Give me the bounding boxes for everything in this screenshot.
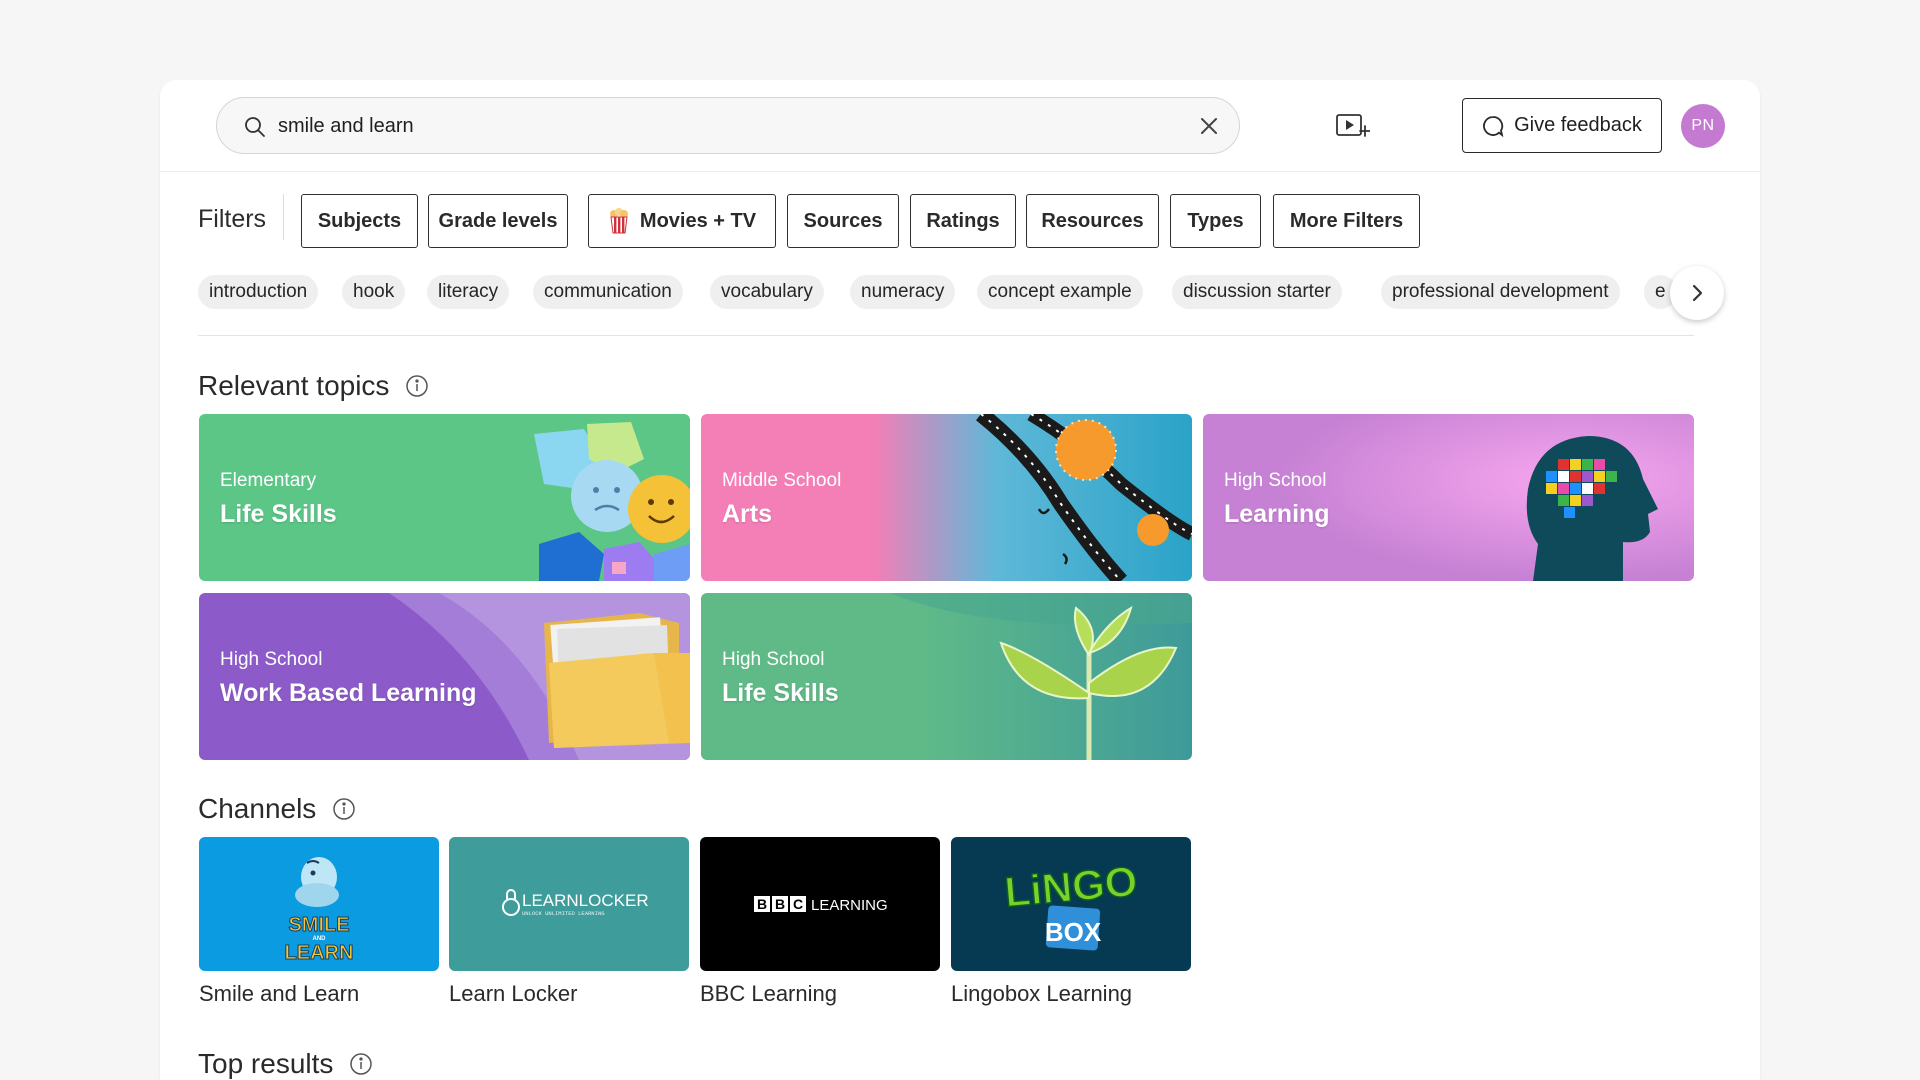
tile-topic-name: Arts (722, 500, 773, 528)
lingobox-logo: LiNGO BOX (951, 837, 1191, 971)
channel-logo: B B C LEARNING (700, 837, 940, 971)
main-panel: Give feedback PN Filters Subjects Grade … (160, 80, 1760, 1080)
chip-introduction[interactable]: introduction (198, 275, 319, 309)
info-icon[interactable] (349, 1052, 373, 1076)
search-icon (245, 117, 265, 137)
channel-bbc-learning[interactable]: B B C LEARNING BBC Learning (700, 837, 940, 1007)
tile-topic-name: Life Skills (722, 679, 839, 707)
chip-discussion-starter[interactable]: discussion starter (1172, 275, 1342, 309)
life-skills-emotions-illustration (199, 414, 690, 581)
svg-text:B: B (757, 896, 767, 912)
arts-dot-painting-illustration (701, 414, 1192, 581)
filter-subjects-button[interactable]: Subjects (301, 194, 418, 248)
chips-scroll-next-button[interactable] (1670, 266, 1724, 320)
channel-logo: LEARNLOCKER UNLOCK UNLIMITED LEARNING (449, 837, 689, 971)
user-avatar[interactable]: PN (1681, 104, 1725, 148)
smile-and-learn-logo: SMILE AND LEARN (199, 837, 439, 971)
sprout-illustration (701, 593, 1192, 760)
channel-logo: LiNGO BOX (951, 837, 1191, 971)
give-feedback-button[interactable]: Give feedback (1462, 98, 1662, 153)
folder-illustration (199, 593, 690, 760)
bbc-learning-logo: B B C LEARNING (700, 837, 940, 971)
chip-literacy[interactable]: literacy (427, 275, 510, 309)
filters-divider (283, 194, 284, 240)
chip-communication[interactable]: communication (533, 275, 683, 309)
filter-grade-levels-button[interactable]: Grade levels (428, 194, 568, 248)
topic-tile-middle-school-arts[interactable]: Middle School Arts (701, 414, 1192, 581)
chevron-right-icon (1692, 284, 1703, 302)
tile-grade-label: High School (220, 649, 323, 670)
filter-resources-button[interactable]: Resources (1026, 194, 1159, 248)
tile-grade-label: High School (722, 649, 825, 670)
svg-text:BOX: BOX (1045, 917, 1102, 947)
tile-grade-label: High School (1224, 470, 1327, 491)
search-bar[interactable] (216, 97, 1240, 154)
topic-tile-high-school-life-skills[interactable]: High School Life Skills (701, 593, 1192, 760)
channel-name: Learn Locker (449, 981, 578, 1006)
filter-sources-button[interactable]: Sources (787, 194, 899, 248)
channel-learn-locker[interactable]: LEARNLOCKER UNLOCK UNLIMITED LEARNING Le… (449, 837, 689, 1007)
svg-text:LEARN: LEARN (285, 942, 354, 964)
clear-search-icon[interactable] (1197, 114, 1221, 138)
filter-types-button[interactable]: Types (1170, 194, 1261, 248)
info-icon[interactable] (332, 797, 356, 821)
give-feedback-label: Give feedback (1514, 114, 1642, 136)
top-header: Give feedback PN (160, 80, 1760, 172)
topic-tile-high-school-learning[interactable]: High School Learning (1203, 414, 1694, 581)
chat-bubble-icon (1483, 115, 1504, 137)
svg-text:B: B (775, 896, 785, 912)
tile-topic-name: Work Based Learning (220, 679, 477, 707)
chip-hook[interactable]: hook (342, 275, 406, 309)
tag-chips-row: introduction hook literacy communication… (198, 275, 1680, 315)
channel-name: BBC Learning (700, 981, 837, 1006)
channels-heading: Channels (198, 793, 356, 825)
learning-head-illustration (1203, 414, 1694, 581)
learn-locker-logo: LEARNLOCKER UNLOCK UNLIMITED LEARNING (449, 837, 689, 971)
channel-lingobox-learning[interactable]: LiNGO BOX Lingobox Learning (951, 837, 1191, 1007)
channel-logo: SMILE AND LEARN (199, 837, 439, 971)
filters-divider-line (198, 335, 1694, 336)
tile-topic-name: Learning (1224, 500, 1330, 528)
filter-movies-tv-button[interactable]: Movies + TV (588, 194, 776, 248)
filters-label: Filters (198, 205, 267, 233)
channel-name: Lingobox Learning (951, 981, 1133, 1006)
chip-vocabulary[interactable]: vocabulary (710, 275, 824, 309)
svg-text:UNLOCK UNLIMITED LEARNING: UNLOCK UNLIMITED LEARNING (522, 910, 605, 917)
tile-topic-name: Life Skills (220, 500, 337, 528)
chip-numeracy[interactable]: numeracy (850, 275, 956, 309)
top-results-heading: Top results (198, 1048, 373, 1080)
svg-text:SMILE: SMILE (288, 914, 349, 936)
svg-text:C: C (793, 896, 803, 912)
topic-tile-work-based-learning[interactable]: High School Work Based Learning (199, 593, 690, 760)
chip-concept-example[interactable]: concept example (977, 275, 1143, 309)
svg-text:LEARNING: LEARNING (811, 897, 888, 914)
popcorn-icon (609, 208, 628, 234)
tile-grade-label: Middle School (722, 470, 842, 491)
chip-professional-development[interactable]: professional development (1381, 275, 1620, 309)
topic-tile-elementary-life-skills[interactable]: Elementary Life Skills (199, 414, 690, 581)
info-icon[interactable] (405, 374, 429, 398)
channel-name: Smile and Learn (199, 981, 360, 1006)
add-video-icon[interactable] (1334, 108, 1370, 144)
channel-smile-and-learn[interactable]: SMILE AND LEARN Smile and Learn (199, 837, 439, 1007)
svg-text:LEARNLOCKER: LEARNLOCKER (522, 891, 649, 910)
relevant-topics-heading: Relevant topics (198, 370, 429, 402)
more-filters-button[interactable]: More Filters (1273, 194, 1420, 248)
tile-grade-label: Elementary (220, 470, 317, 491)
filter-ratings-button[interactable]: Ratings (910, 194, 1016, 248)
search-input[interactable] (278, 108, 1158, 144)
